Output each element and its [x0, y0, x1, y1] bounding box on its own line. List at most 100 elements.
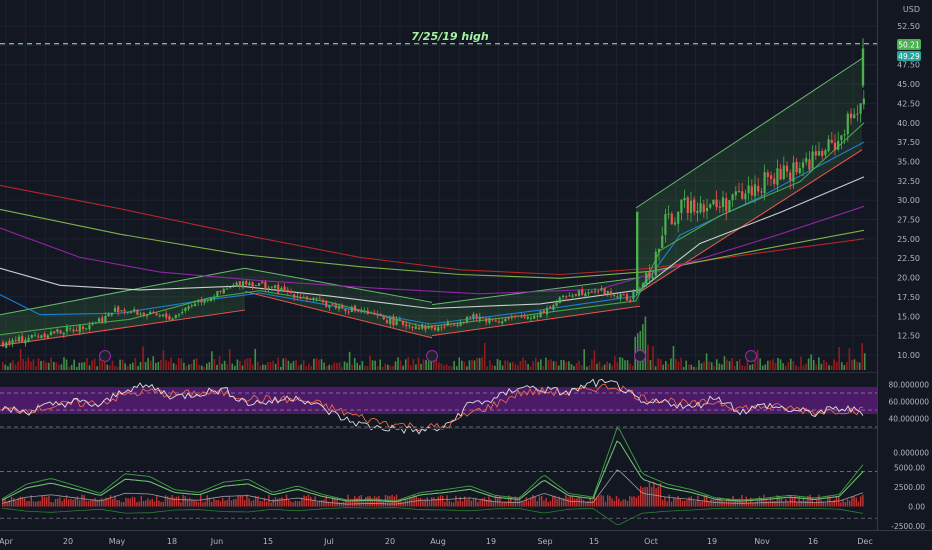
oscillator-bar — [675, 498, 677, 507]
candle-body — [261, 281, 264, 284]
volume-bar — [726, 359, 728, 370]
volume-bar — [218, 356, 221, 370]
candle-body — [21, 336, 24, 342]
volume-bar — [588, 365, 591, 370]
volume-bar — [578, 360, 580, 370]
volume-bar — [545, 357, 547, 370]
candle-body — [568, 295, 571, 297]
last-price-tag[interactable]: 50.21 — [897, 39, 921, 50]
candle-body — [337, 306, 341, 309]
candle-body — [177, 314, 181, 316]
oscillator-bar — [376, 497, 378, 507]
oscillator-bar — [206, 495, 208, 507]
oscillator-bar — [629, 496, 631, 507]
oscillator-bar — [112, 498, 114, 507]
volume-bar — [200, 365, 203, 370]
oscillator-bar — [455, 495, 457, 507]
volume-bar — [468, 360, 471, 370]
candle-body — [133, 309, 136, 312]
candle-body — [584, 293, 587, 297]
volume-bar — [777, 357, 779, 370]
oscillator-bar — [61, 501, 63, 507]
volume-bar — [160, 359, 162, 370]
candle-body — [776, 168, 779, 185]
candle-body — [219, 290, 222, 293]
candle-body — [712, 199, 715, 205]
volume-bar — [98, 358, 101, 370]
volume-bar — [333, 362, 336, 370]
oscillator-bar — [644, 486, 646, 507]
candle-body — [600, 288, 603, 291]
oscillator-bar — [136, 501, 138, 507]
stock-chart: 7/25/19 high 52.5050.0047.5045.0042.5040… — [0, 0, 932, 550]
candle-body — [667, 213, 670, 215]
oscillator-bar — [833, 499, 835, 507]
candle-body — [574, 293, 577, 296]
candle-body — [62, 332, 65, 335]
volume-bar — [759, 358, 761, 370]
volume-bar — [75, 366, 78, 370]
oscillator-bar — [164, 495, 167, 507]
candle-body — [587, 292, 590, 294]
candle-body — [126, 312, 129, 314]
volume-bar — [249, 358, 251, 370]
oscillator-bar — [723, 501, 725, 507]
oscillator-bar — [197, 502, 200, 507]
volume-bar — [820, 363, 823, 370]
volume-bar — [236, 359, 239, 370]
candle-body — [395, 319, 398, 326]
oscillator-bar — [732, 495, 734, 507]
oscillator-bar — [224, 500, 226, 507]
volume-bar — [259, 365, 262, 370]
volume-bar — [313, 358, 315, 370]
oscillator-bar — [244, 500, 246, 507]
volume-bar — [443, 365, 445, 370]
candle-body — [318, 298, 321, 300]
oscillator-bar — [640, 486, 642, 507]
oscillator-bar — [554, 495, 556, 507]
candle-body — [763, 172, 766, 194]
volume-bar — [800, 356, 802, 370]
volume-bar — [211, 351, 213, 370]
volume-bar — [680, 357, 682, 370]
volume-bar — [744, 366, 746, 370]
oscillator-bar — [642, 487, 644, 507]
volume-bar — [659, 359, 662, 370]
oscillator-bar — [772, 500, 774, 507]
volume-bar — [167, 361, 170, 370]
candle-body — [245, 280, 248, 285]
candle-body — [769, 175, 773, 179]
oscillator-bar — [488, 496, 490, 507]
volume-bar — [338, 362, 341, 370]
volume-bar — [300, 364, 302, 370]
candle-body — [225, 288, 229, 290]
x-tick-label: 16 — [808, 537, 818, 546]
oscillator-bar — [611, 498, 613, 507]
volume-bar — [514, 364, 517, 370]
y-tick-label: 27.50 — [897, 216, 920, 225]
candle-body — [747, 185, 750, 194]
candle-body — [53, 331, 56, 334]
volume-bar — [685, 360, 687, 370]
candle-body — [417, 327, 421, 330]
candle-body — [414, 326, 417, 329]
oscillator-bar — [10, 496, 13, 507]
volume-bar — [619, 357, 621, 370]
oscillator-bar — [422, 500, 424, 507]
volume-bar — [591, 359, 593, 370]
volume-bar — [366, 366, 369, 370]
price-line-tag[interactable]: 49.29 — [897, 51, 921, 61]
oscillator-bar — [688, 497, 690, 507]
volume-bar — [575, 362, 578, 370]
candle-body — [357, 309, 360, 312]
volume-bar — [573, 366, 575, 370]
candle-body — [789, 172, 792, 181]
candle-body — [526, 316, 529, 319]
oscillator-bar — [556, 498, 558, 507]
oscillator-bar — [820, 500, 822, 507]
volume-bar — [654, 366, 657, 370]
oscillator-bar — [721, 499, 723, 507]
earnings-icon — [426, 350, 438, 362]
volume-bar — [504, 360, 506, 370]
candle-body — [251, 282, 254, 287]
